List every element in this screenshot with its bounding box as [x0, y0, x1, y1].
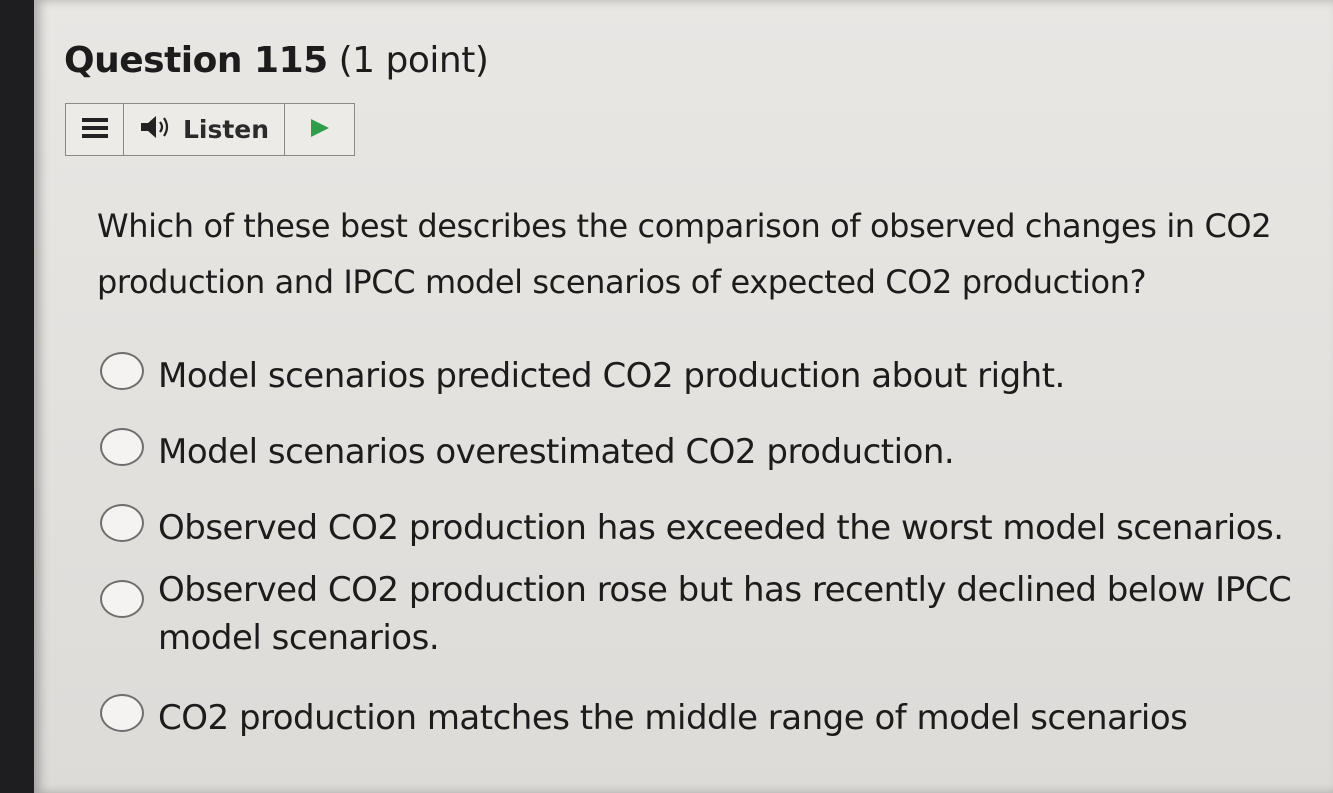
option-label: Model scenarios predicted CO2 production… [158, 356, 1065, 396]
answer-option-2[interactable]: Model scenarios overestimated CO2 produc… [100, 428, 1298, 476]
answer-option-1[interactable]: Model scenarios predicted CO2 production… [100, 352, 1298, 400]
answer-option-4[interactable]: Observed CO2 production rose but has rec… [100, 566, 1298, 662]
listen-label: Listen [182, 115, 270, 144]
question-number: Question 115 [64, 40, 328, 81]
hamburger-icon [81, 116, 108, 144]
play-button[interactable] [285, 104, 354, 155]
radio-button[interactable] [100, 504, 144, 542]
option-label: Observed CO2 production rose but has rec… [158, 570, 1292, 658]
option-label: CO2 production matches the middle range … [158, 698, 1188, 738]
question-points: (1 point) [338, 40, 489, 81]
speaker-icon [139, 114, 175, 146]
option-label: Model scenarios overestimated CO2 produc… [158, 432, 955, 472]
option-label: Observed CO2 production has exceeded the… [158, 508, 1284, 548]
radio-button[interactable] [100, 428, 144, 466]
play-icon [309, 117, 331, 143]
menu-button[interactable] [66, 104, 124, 155]
radio-button[interactable] [100, 694, 144, 732]
answer-option-5[interactable]: CO2 production matches the middle range … [100, 694, 1298, 742]
answer-option-3[interactable]: Observed CO2 production has exceeded the… [100, 504, 1298, 552]
question-text: Which of these best describes the compar… [97, 207, 1272, 301]
listen-button[interactable]: Listen [124, 104, 285, 155]
radio-button[interactable] [100, 580, 144, 618]
listen-toolbar: Listen [65, 103, 355, 156]
question-header: Question 115 (1 point) [64, 40, 489, 81]
radio-button[interactable] [100, 352, 144, 390]
